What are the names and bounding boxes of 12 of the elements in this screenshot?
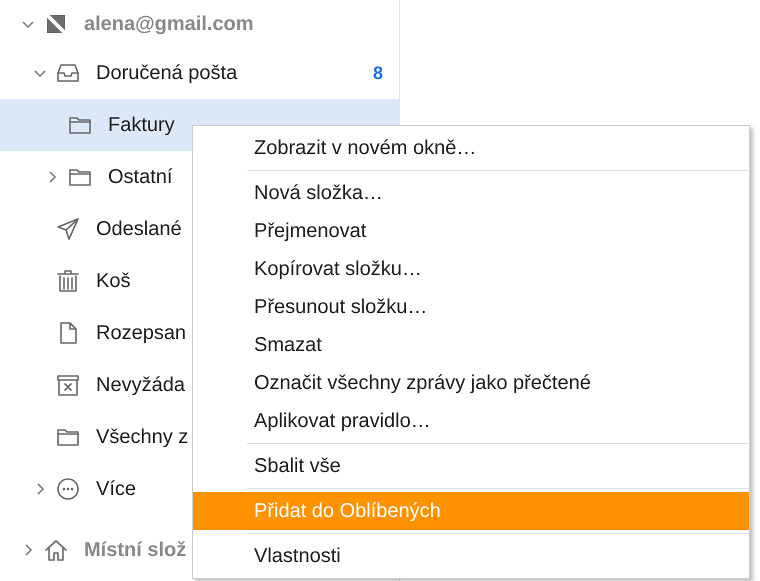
folder-name: Odeslané bbox=[96, 217, 182, 242]
folder-name: Doručená pošta bbox=[96, 61, 238, 86]
folder-name: Ostatní bbox=[108, 165, 172, 190]
folder-name: Všechny z bbox=[96, 425, 188, 450]
folder-name: Nevyžáda bbox=[96, 373, 185, 398]
folder-name: Více bbox=[96, 477, 136, 502]
folder-name: Faktury bbox=[108, 113, 175, 138]
folder-name: Rozepsan bbox=[96, 321, 186, 346]
folder-name: Koš bbox=[96, 269, 130, 294]
folder-name: Místní slož bbox=[84, 538, 186, 563]
folder-name: alena@gmail.com bbox=[84, 12, 254, 36]
unread-count: 8 bbox=[372, 62, 383, 84]
